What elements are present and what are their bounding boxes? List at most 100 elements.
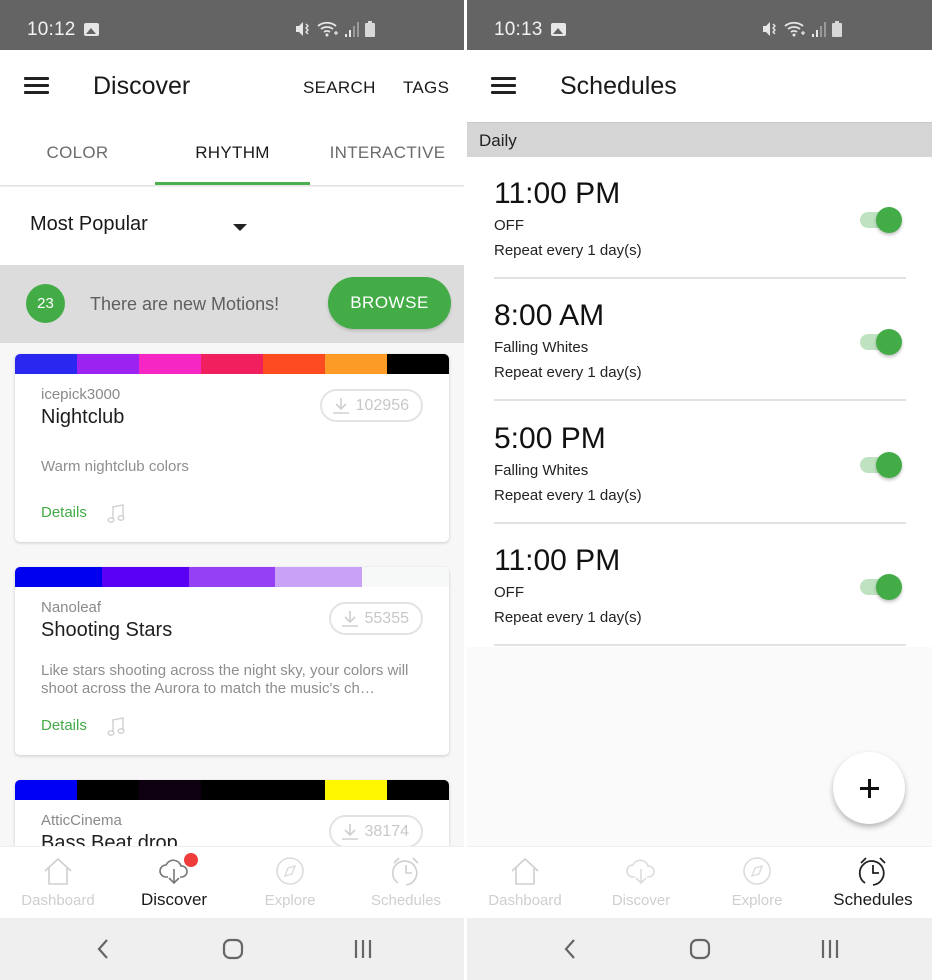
color-palette: [15, 354, 449, 374]
card-author: AtticCinema: [41, 812, 122, 829]
nav-dashboard[interactable]: Dashboard: [0, 847, 116, 919]
motion-card[interactable]: Nanoleaf Shooting Stars 55355 Like stars…: [15, 567, 449, 755]
mute-icon: [763, 22, 776, 36]
schedule-item[interactable]: 11:00 PM OFF Repeat every 1 day(s): [467, 157, 932, 279]
schedule-toggle[interactable]: [860, 452, 902, 478]
home-circle-icon[interactable]: [685, 934, 715, 964]
palette-swatch: [362, 567, 449, 587]
page-title: Schedules: [560, 72, 677, 100]
schedule-toggle[interactable]: [860, 329, 902, 355]
download-count: 38174: [364, 822, 410, 840]
tab-interactive[interactable]: INTERACTIVE: [310, 122, 464, 186]
download-icon: [332, 397, 349, 414]
tab-color[interactable]: COLOR: [0, 122, 155, 186]
nav-dashboard[interactable]: Dashboard: [467, 847, 583, 919]
schedule-list: 11:00 PM OFF Repeat every 1 day(s) 8:00 …: [467, 157, 932, 647]
details-link[interactable]: Details: [41, 717, 87, 734]
banner-message: There are new Motions!: [90, 294, 280, 314]
schedule-item[interactable]: 5:00 PM Falling Whites Repeat every 1 da…: [467, 402, 932, 524]
palette-swatch: [77, 780, 139, 800]
menu-icon[interactable]: [24, 77, 49, 95]
nav-label: Discover: [611, 892, 671, 909]
status-bar: 10:13: [467, 0, 932, 50]
divider: [494, 644, 906, 646]
home-icon: [511, 857, 539, 885]
back-icon[interactable]: [555, 934, 585, 964]
status-icons: [295, 19, 375, 39]
download-button[interactable]: 55355: [328, 602, 423, 635]
tags-button[interactable]: TAGS: [403, 78, 449, 98]
nav-discover[interactable]: Discover: [583, 847, 699, 919]
nav-schedules[interactable]: Schedules: [815, 847, 931, 919]
nav-explore[interactable]: Explore: [232, 847, 348, 919]
browse-button[interactable]: BROWSE: [328, 277, 451, 329]
menu-icon[interactable]: [491, 77, 516, 95]
tab-rhythm[interactable]: RHYTHM: [155, 122, 310, 186]
download-button[interactable]: 38174: [328, 815, 423, 846]
palette-swatch: [77, 354, 139, 374]
recents-icon[interactable]: [348, 934, 378, 964]
schedule-item[interactable]: 11:00 PM OFF Repeat every 1 day(s): [467, 524, 932, 646]
card-title: Bass Beat drop: [41, 832, 178, 846]
add-schedule-button[interactable]: [833, 752, 905, 824]
nav-label: Explore: [731, 892, 783, 909]
nav-label: Dashboard: [488, 892, 562, 909]
schedule-item[interactable]: 8:00 AM Falling Whites Repeat every 1 da…: [467, 279, 932, 401]
motion-card[interactable]: AtticCinema Bass Beat drop 38174: [15, 780, 449, 846]
back-icon[interactable]: [88, 934, 118, 964]
new-count-badge: 23: [26, 284, 65, 323]
nav-explore[interactable]: Explore: [699, 847, 815, 919]
schedule-toggle[interactable]: [860, 574, 902, 600]
motion-card[interactable]: icepick3000 Nightclub 102956 Warm nightc…: [15, 354, 449, 542]
schedule-scene: OFF: [494, 217, 524, 234]
schedule-toggle[interactable]: [860, 207, 902, 233]
schedule-scene: Falling Whites: [494, 462, 589, 479]
card-author: Nanoleaf: [41, 599, 102, 616]
bottom-navigation: Dashboard Discover Explore Schedules: [0, 846, 464, 918]
music-note-icon: [107, 717, 125, 736]
schedule-repeat: Repeat every 1 day(s): [494, 364, 642, 381]
gallery-icon: [84, 23, 99, 36]
card-author: icepick3000: [41, 386, 121, 403]
schedule-time: 5:00 PM: [494, 422, 606, 455]
details-link[interactable]: Details: [41, 504, 87, 521]
compass-icon: [743, 857, 771, 885]
section-label: Daily: [479, 131, 517, 150]
app-bar: Discover SEARCH TAGS: [0, 50, 464, 122]
gallery-icon: [551, 23, 566, 36]
battery-icon: [832, 21, 842, 37]
palette-swatch: [325, 780, 387, 800]
search-button[interactable]: SEARCH: [303, 78, 376, 98]
download-button[interactable]: 102956: [319, 389, 423, 422]
palette-swatch: [201, 354, 263, 374]
sort-dropdown[interactable]: Most Popular: [30, 213, 250, 243]
nav-label: Dashboard: [21, 892, 95, 909]
schedule-time: 8:00 AM: [494, 299, 605, 332]
discover-screen: 10:12 Discover SEARCH TAGS COLOR RHYTHM …: [0, 0, 464, 980]
palette-swatch: [188, 567, 276, 587]
nav-label: Schedules: [833, 890, 913, 909]
card-title: Shooting Stars: [41, 619, 173, 641]
palette-swatch: [263, 354, 325, 374]
download-icon: [341, 823, 358, 840]
palette-swatch: [15, 780, 77, 800]
recents-icon[interactable]: [815, 934, 845, 964]
mute-icon: [296, 22, 309, 36]
schedule-time: 11:00 PM: [494, 177, 621, 210]
download-count: 55355: [364, 609, 410, 627]
home-circle-icon[interactable]: [218, 934, 248, 964]
palette-swatch: [263, 780, 325, 800]
palette-swatch: [15, 567, 102, 587]
home-icon: [44, 857, 72, 885]
schedule-scene: OFF: [494, 584, 524, 601]
motion-feed[interactable]: icepick3000 Nightclub 102956 Warm nightc…: [0, 343, 464, 846]
palette-swatch: [101, 567, 189, 587]
dropdown-caret-icon: [233, 224, 247, 231]
nav-schedules[interactable]: Schedules: [348, 847, 464, 919]
schedule-repeat: Repeat every 1 day(s): [494, 242, 642, 259]
divider: [494, 399, 906, 401]
nav-discover[interactable]: Discover: [116, 847, 232, 919]
color-palette: [15, 567, 449, 587]
palette-swatch: [139, 354, 201, 374]
status-icons: [762, 19, 842, 39]
